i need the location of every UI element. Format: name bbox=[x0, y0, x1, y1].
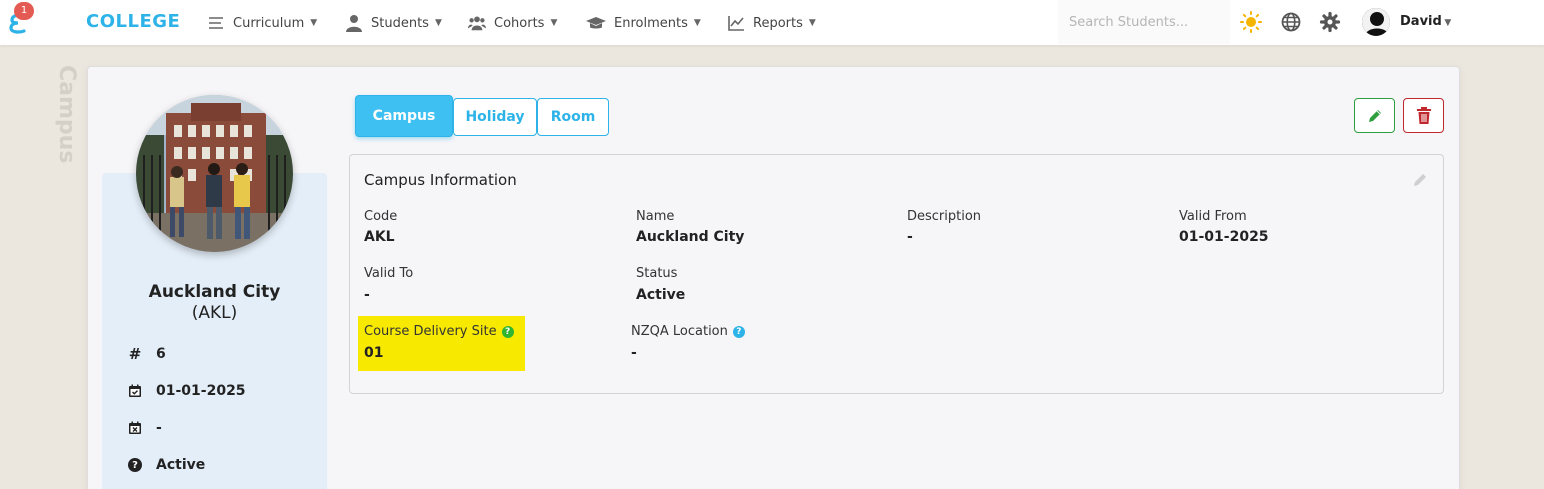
campus-photo bbox=[136, 95, 293, 252]
user-avatar[interactable] bbox=[1362, 8, 1390, 36]
help-icon[interactable]: ? bbox=[501, 325, 514, 338]
trash-icon bbox=[1416, 106, 1431, 124]
brand-name[interactable]: COLLEGE bbox=[86, 11, 180, 32]
profile-code: (AKL) bbox=[191, 303, 238, 323]
profile-status-row: ? Active bbox=[128, 457, 205, 473]
profile-heading: Auckland City (AKL) bbox=[102, 282, 327, 324]
nav-enrolments[interactable]: Enrolments ▼ bbox=[586, 13, 701, 33]
person-icon bbox=[346, 15, 362, 32]
graduation-cap-icon bbox=[586, 17, 606, 29]
nzqa-location-label-row: NZQA Location ? bbox=[631, 324, 745, 339]
nav-curriculum[interactable]: Curriculum ▼ bbox=[207, 13, 317, 33]
hash-icon: # bbox=[128, 345, 142, 363]
profile-valid-to: - bbox=[156, 420, 162, 436]
nav-reports-label: Reports bbox=[753, 15, 803, 31]
profile-status: Active bbox=[156, 457, 206, 473]
campus-building-image bbox=[136, 95, 293, 252]
name-value: Auckland City bbox=[636, 229, 745, 245]
code-label: Code bbox=[364, 209, 398, 224]
tab-holiday[interactable]: Holiday bbox=[453, 98, 537, 136]
gear-icon[interactable] bbox=[1319, 11, 1341, 33]
nav-enrolments-label: Enrolments bbox=[614, 15, 688, 31]
calendar-check-icon bbox=[129, 384, 141, 397]
status-label: Status bbox=[636, 266, 678, 281]
nav-students[interactable]: Students ▼ bbox=[345, 13, 442, 33]
description-value: - bbox=[907, 229, 913, 245]
nav-reports[interactable]: Reports ▼ bbox=[727, 13, 816, 33]
profile-valid-to-row: - bbox=[128, 420, 162, 436]
page-side-label: Campus bbox=[48, 65, 88, 185]
valid-to-label: Valid To bbox=[364, 266, 414, 281]
list-icon bbox=[209, 17, 223, 29]
nav-curriculum-label: Curriculum bbox=[233, 15, 305, 31]
name-label: Name bbox=[636, 209, 675, 224]
profile-number-row: # 6 bbox=[128, 345, 166, 363]
profile-number: 6 bbox=[156, 346, 166, 362]
nav-students-label: Students bbox=[371, 15, 429, 31]
chevron-down-icon: ▼ bbox=[1444, 18, 1452, 28]
users-icon bbox=[468, 16, 486, 31]
course-delivery-site-label-row: Course Delivery Site ? bbox=[364, 324, 514, 339]
page-side-label-text: Campus bbox=[54, 65, 79, 164]
user-menu[interactable]: David ▼ bbox=[1400, 14, 1451, 29]
sun-icon[interactable] bbox=[1240, 11, 1262, 33]
chevron-down-icon: ▼ bbox=[550, 18, 558, 28]
question-circle-icon: ? bbox=[128, 458, 142, 472]
tab-room[interactable]: Room bbox=[537, 98, 609, 136]
chevron-down-icon: ▼ bbox=[693, 18, 701, 28]
search-students-input[interactable] bbox=[1058, 0, 1230, 44]
nzqa-location-label: NZQA Location bbox=[631, 324, 728, 339]
edit-info-pencil-icon[interactable] bbox=[1412, 172, 1428, 188]
help-icon[interactable]: ? bbox=[732, 325, 745, 338]
chevron-down-icon: ▼ bbox=[808, 18, 816, 28]
description-label: Description bbox=[907, 209, 982, 224]
user-name: David bbox=[1400, 14, 1442, 29]
profile-valid-from-row: 01-01-2025 bbox=[128, 383, 246, 399]
line-chart-icon bbox=[728, 16, 744, 31]
tab-campus[interactable]: Campus bbox=[355, 95, 453, 137]
valid-to-value: - bbox=[364, 287, 370, 303]
notification-badge[interactable]: 1 bbox=[14, 2, 34, 20]
status-value: Active bbox=[636, 287, 686, 303]
globe-icon[interactable] bbox=[1280, 11, 1302, 33]
chevron-down-icon: ▼ bbox=[434, 18, 442, 28]
valid-from-value: 01-01-2025 bbox=[1179, 229, 1269, 245]
course-delivery-site-label: Course Delivery Site bbox=[364, 324, 497, 339]
avatar-silhouette-icon bbox=[1362, 8, 1390, 36]
campus-information-title: Campus Information bbox=[364, 171, 517, 189]
nav-cohorts[interactable]: Cohorts ▼ bbox=[468, 13, 557, 33]
edit-button[interactable] bbox=[1354, 98, 1395, 133]
nzqa-location-value: - bbox=[631, 345, 637, 361]
nav-cohorts-label: Cohorts bbox=[494, 15, 545, 31]
code-value: AKL bbox=[364, 229, 395, 245]
profile-valid-from: 01-01-2025 bbox=[156, 383, 246, 399]
top-navbar: 1 COLLEGE Curriculum ▼ Students ▼ Cohort… bbox=[0, 0, 1544, 45]
course-delivery-site-value: 01 bbox=[364, 345, 384, 361]
pencil-icon bbox=[1368, 109, 1381, 122]
profile-name: Auckland City bbox=[148, 282, 281, 302]
chevron-down-icon: ▼ bbox=[310, 18, 318, 28]
calendar-x-icon bbox=[129, 421, 141, 434]
delete-button[interactable] bbox=[1403, 98, 1444, 133]
valid-from-label: Valid From bbox=[1179, 209, 1247, 224]
